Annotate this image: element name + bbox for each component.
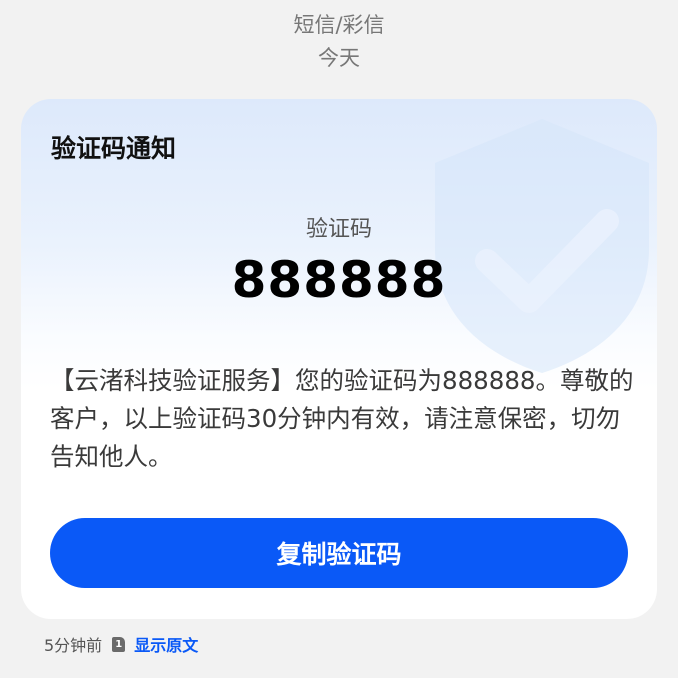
card-title: 验证码通知 <box>51 134 177 163</box>
sim-card-icon: 1 <box>112 636 126 652</box>
code-label: 验证码 <box>305 217 372 242</box>
message-source: 短信/彩信 <box>293 13 385 37</box>
message-footer: 5分钟前 1 显示原文 <box>44 632 198 656</box>
verification-code[interactable]: 888888 <box>21 251 657 309</box>
shield-check-icon <box>435 119 649 373</box>
show-original-link[interactable]: 显示原文 <box>134 632 198 656</box>
copy-code-button[interactable]: 复制验证码 <box>50 518 628 588</box>
received-time: 5分钟前 <box>44 636 103 655</box>
verification-card: 验证码通知 验证码 888888 【云渚科技验证服务】您的验证码为888888。… <box>21 99 657 619</box>
message-body[interactable]: 【云渚科技验证服务】您的验证码为888888。尊敬的客户，以上验证码30分钟内有… <box>50 362 635 476</box>
message-date: 今天 <box>318 46 360 70</box>
